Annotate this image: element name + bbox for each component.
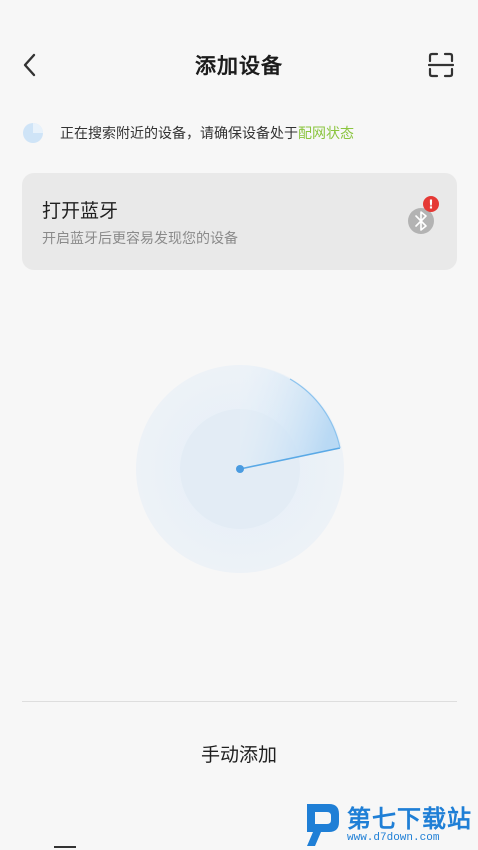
radar-center-dot — [236, 465, 244, 473]
bluetooth-toggle[interactable]: ! — [405, 195, 441, 237]
add-device-screen: 添加设备 正在搜索附近的设备，请确保设备处于 配网状态 打开蓝牙 开启蓝牙后更容易… — [0, 0, 478, 850]
alert-badge-glyph: ! — [428, 198, 433, 212]
divider — [22, 701, 457, 702]
manual-add-button[interactable]: 手动添加 — [0, 740, 478, 767]
bluetooth-card-subtitle: 开启蓝牙后更容易发现您的设备 — [42, 231, 238, 247]
alert-badge-icon: ! — [423, 196, 439, 212]
scan-icon — [428, 52, 454, 78]
watermark-brand: 第七下载站 — [347, 804, 472, 833]
searching-indicator-icon — [23, 123, 43, 143]
bluetooth-card-title: 打开蓝牙 — [42, 200, 119, 222]
watermark-logo-icon — [307, 804, 339, 846]
search-status-text: 正在搜索附近的设备，请确保设备处于 — [60, 126, 298, 142]
search-status: 正在搜索附近的设备，请确保设备处于 配网状态 — [22, 120, 354, 146]
network-mode-link[interactable]: 配网状态 — [298, 123, 354, 143]
partial-text-fragment — [54, 846, 76, 848]
scan-button[interactable] — [424, 48, 458, 82]
watermark: 第七下载站 www.d7down.com — [303, 800, 472, 850]
radar-scan-animation — [136, 365, 344, 573]
open-bluetooth-card[interactable]: 打开蓝牙 开启蓝牙后更容易发现您的设备 ! — [22, 173, 457, 270]
header: 添加设备 — [0, 0, 478, 130]
page-title: 添加设备 — [195, 54, 283, 78]
watermark-url: www.d7down.com — [347, 831, 440, 844]
